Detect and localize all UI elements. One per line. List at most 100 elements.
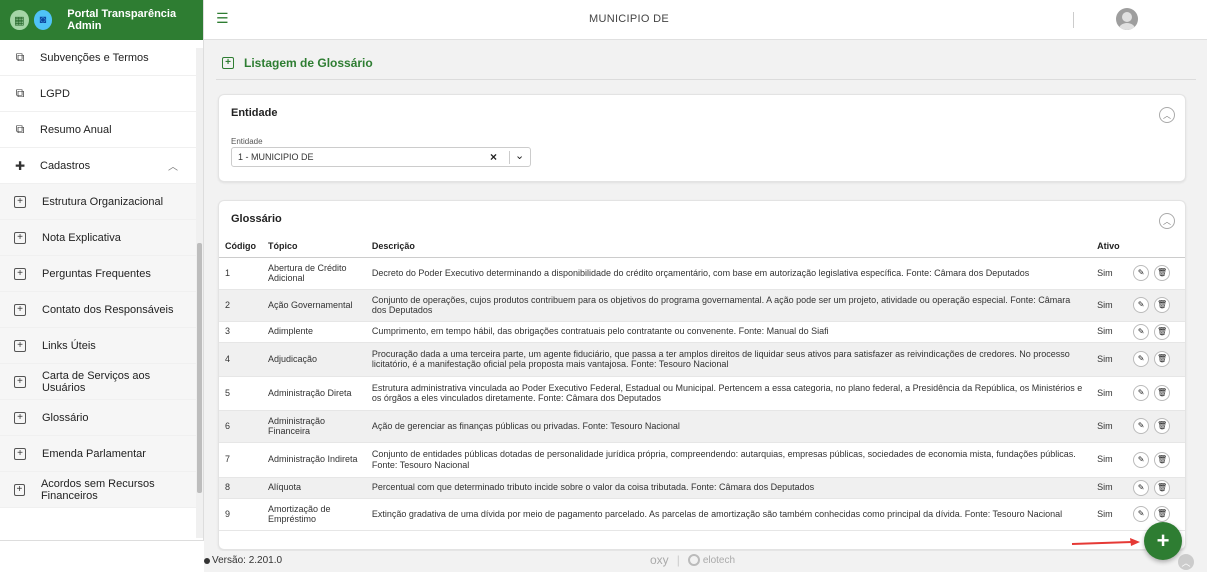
- sidebar-item[interactable]: ⧉ LGPD: [0, 76, 196, 112]
- sidebar-item[interactable]: + Acordos sem Recursos Financeiros: [0, 472, 196, 508]
- edit-pencil-icon[interactable]: ✎: [1133, 479, 1150, 496]
- edit-pencil-icon[interactable]: ✎: [1133, 297, 1150, 313]
- sidebar-item-label: LGPD: [40, 87, 70, 100]
- clear-icon[interactable]: ×: [490, 150, 497, 164]
- cell-ativo: Sim: [1091, 257, 1128, 290]
- cell-codigo: 7: [219, 442, 262, 478]
- cell-ativo: Sim: [1091, 376, 1128, 411]
- collapse-chevron-up-icon[interactable]: ︿: [1159, 213, 1175, 229]
- sidebar-item[interactable]: + Emenda Parlamentar: [0, 436, 196, 472]
- plus-square-icon: +: [14, 447, 26, 460]
- table-row[interactable]: 3 Adimplente Cumprimento, em tempo hábil, …: [219, 321, 1185, 343]
- glossario-card: Glossário ︿ Código Tópico Descrição Ativ…: [218, 200, 1186, 550]
- sidebar-item[interactable]: ⧉ Resumo Anual: [0, 112, 196, 148]
- cell-descricao: Cumprimento, em tempo hábil, das obrigaç…: [365, 321, 1092, 343]
- cell-descricao: Conjunto de entidades públicas dotadas d…: [365, 442, 1092, 478]
- logo-icon[interactable]: ◙: [33, 10, 53, 30]
- table-row[interactable]: 8 Alíquota Percentual com que determinado …: [219, 477, 1185, 499]
- cell-codigo: 9: [219, 498, 262, 531]
- sidebar-item-label: Cadastros: [40, 159, 91, 172]
- column-header-codigo[interactable]: Código: [219, 235, 262, 258]
- delete-trash-icon[interactable]: 🗑: [1154, 451, 1171, 468]
- table-row[interactable]: 5 Administração Direta Estrutura administr…: [219, 376, 1185, 411]
- elotech-logo-icon: [687, 554, 700, 566]
- table-row[interactable]: 2 Ação Governamental Conjunto de operações…: [219, 289, 1185, 322]
- chevron-down-icon[interactable]: ⌄: [515, 149, 524, 162]
- cell-ativo: Sim: [1091, 321, 1128, 343]
- plus-square-icon: +: [14, 267, 26, 280]
- entidade-selected-value: 1 - MUNICIPIO DE: [238, 152, 314, 162]
- delete-trash-icon[interactable]: 🗑: [1154, 351, 1171, 367]
- sidebar-item[interactable]: + Perguntas Frequentes: [0, 256, 196, 292]
- scroll-to-top-icon[interactable]: ︿: [1178, 554, 1194, 570]
- column-header-ativo[interactable]: Ativo: [1091, 235, 1128, 258]
- delete-trash-icon[interactable]: 🗑: [1154, 265, 1171, 281]
- sidebar-item[interactable]: ✚ Cadastros ︿: [0, 148, 196, 184]
- sidebar-item[interactable]: + Links Úteis: [0, 328, 196, 364]
- arrow-head: [1130, 538, 1140, 546]
- edit-pencil-icon[interactable]: ✎: [1133, 506, 1150, 522]
- delete-trash-icon[interactable]: 🗑: [1154, 479, 1171, 496]
- chevron-up-icon: ︿: [168, 162, 178, 173]
- sidebar-item-label: Emenda Parlamentar: [42, 447, 146, 460]
- entidade-select[interactable]: 1 - MUNICIPIO DE × ⌄: [231, 147, 531, 167]
- user-avatar-icon[interactable]: [1116, 8, 1138, 30]
- cell-topico: Adimplente: [262, 321, 366, 343]
- plus-square-icon: +: [14, 411, 26, 424]
- delete-trash-icon[interactable]: 🗑: [1154, 297, 1171, 313]
- delete-trash-icon[interactable]: 🗑: [1154, 385, 1171, 401]
- edit-pencil-icon[interactable]: ✎: [1133, 351, 1150, 367]
- hamburger-menu-icon[interactable]: ☰: [216, 10, 230, 27]
- calculator-icon[interactable]: ▦: [10, 10, 29, 30]
- sidebar-item[interactable]: + Carta de Serviços aos Usuários: [0, 364, 196, 400]
- add-button[interactable]: +: [1144, 522, 1182, 560]
- cell-actions: ✎ 🗑: [1127, 410, 1185, 443]
- cell-ativo: Sim: [1091, 477, 1128, 499]
- column-header-topico[interactable]: Tópico: [262, 235, 366, 258]
- edit-pencil-icon[interactable]: ✎: [1133, 323, 1150, 340]
- entidade-card-title: Entidade: [231, 107, 278, 119]
- edit-pencil-icon[interactable]: ✎: [1133, 451, 1150, 468]
- delete-trash-icon[interactable]: 🗑: [1154, 418, 1171, 434]
- table-row[interactable]: 6 Administração Financeira Ação de gerenci…: [219, 410, 1185, 443]
- sidebar-item[interactable]: + Nota Explicativa: [0, 220, 196, 256]
- sidebar-item-label: Glossário: [42, 411, 89, 424]
- delete-trash-icon[interactable]: 🗑: [1154, 323, 1171, 340]
- sidebar-item[interactable]: ⧉ Subvenções e Termos: [0, 40, 196, 76]
- edit-pencil-icon[interactable]: ✎: [1133, 265, 1150, 281]
- oxy-logo: oxy: [650, 553, 669, 567]
- cell-descricao: Estrutura administrativa vinculada ao Po…: [365, 376, 1092, 411]
- sidebar-item-label: Acordos sem Recursos Financeiros: [40, 477, 155, 502]
- sidebar-item-label: Contato dos Responsáveis: [42, 303, 174, 316]
- municipio-name: MUNICIPIO DE: [589, 13, 669, 25]
- sidebar-menu: ⧉ Subvenções e Termos ⧉ LGPD ⧉ Resumo Anual ✚ C…: [0, 40, 196, 540]
- cell-descricao: Ação de gerenciar as finanças públicas o…: [365, 410, 1092, 443]
- table-row[interactable]: 9 Amortização de Empréstimo Extinção grada…: [219, 498, 1185, 531]
- sidebar-scrollbar[interactable]: [196, 48, 203, 538]
- sidebar-item[interactable]: + Contato dos Responsáveis: [0, 292, 196, 328]
- plus-square-icon: +: [14, 483, 25, 496]
- cell-topico: Adjudicação: [262, 342, 366, 377]
- delete-trash-icon[interactable]: 🗑: [1154, 506, 1171, 522]
- collapse-chevron-up-icon[interactable]: ︿: [1159, 107, 1175, 123]
- scrollbar-thumb[interactable]: [197, 243, 202, 493]
- cell-actions: ✎ 🗑: [1127, 342, 1185, 377]
- plus-square-icon: +: [14, 303, 26, 316]
- table-row[interactable]: 1 Abertura de Crédito Adicional Decreto do…: [219, 257, 1185, 290]
- arrow-shaft: [1071, 541, 1133, 545]
- title-divider: [216, 79, 1196, 80]
- column-header-actions: [1127, 235, 1185, 258]
- table-row[interactable]: 7 Administração Indireta Conjunto de entid…: [219, 442, 1185, 478]
- edit-pencil-icon[interactable]: ✎: [1133, 385, 1150, 401]
- entidade-field-label: Entidade: [231, 137, 263, 146]
- cell-codigo: 1: [219, 257, 262, 290]
- edit-pencil-icon[interactable]: ✎: [1133, 418, 1150, 434]
- table-row[interactable]: 4 Adjudicação Procuração dada a uma tercei…: [219, 342, 1185, 377]
- version-text: Versão: 2.201.0: [212, 555, 283, 566]
- documents-icon: ⧉: [15, 122, 25, 136]
- cell-codigo: 3: [219, 321, 262, 343]
- sidebar-item[interactable]: + Estrutura Organizacional: [0, 184, 196, 220]
- cell-codigo: 8: [219, 477, 262, 499]
- column-header-descricao[interactable]: Descrição: [365, 235, 1092, 258]
- sidebar-item[interactable]: + Glossário: [0, 400, 196, 436]
